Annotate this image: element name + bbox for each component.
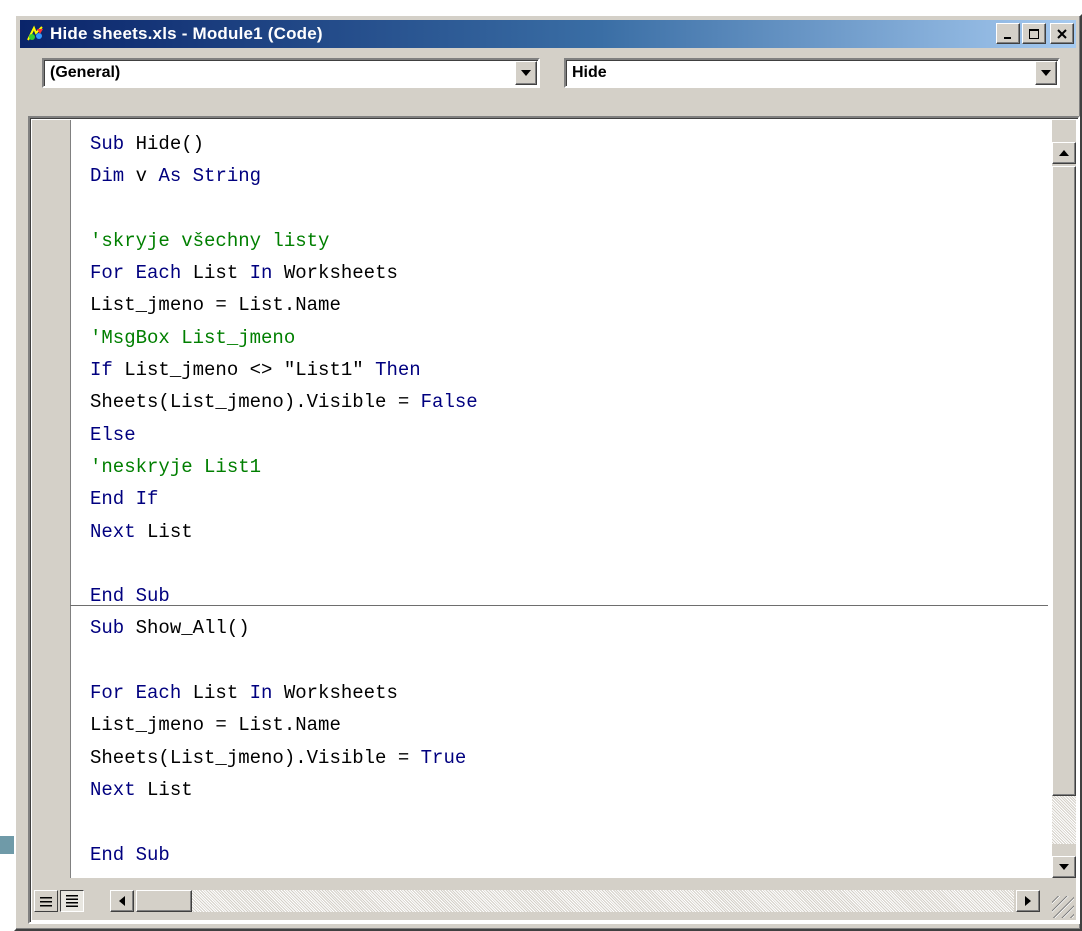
close-icon [1057,28,1067,39]
code-line[interactable] [90,806,1040,838]
procedure-combo-value: Hide [572,64,607,81]
keyword-token: Dim [90,165,125,188]
keyword-token: Sub [90,617,125,640]
code-token: Hide() [124,133,205,155]
code-token: List_jmeno <> "List1" [112,359,376,382]
keyword-token: Next [90,520,136,543]
vertical-scroll-track[interactable] [1052,796,1076,844]
code-line[interactable]: End If [90,483,1040,515]
code-line[interactable]: Sheets(List_jmeno).Visible = False [90,386,1040,418]
bottom-bar [32,878,1076,920]
keyword-token: For Each [90,682,182,705]
code-token: Worksheets [272,682,398,705]
keyword-token: If [90,359,113,382]
code-line[interactable]: Dim v As String [90,160,1040,192]
code-line[interactable]: Sheets(List_jmeno).Visible = True [90,742,1040,774]
code-token: List [181,262,250,285]
keyword-token: End Sub [90,585,170,608]
code-text[interactable]: Sub Hide() Dim v As String 'skryje všechn… [90,128,1040,871]
keyword-token: Sub [90,133,125,155]
object-combo[interactable]: (General) [42,58,540,88]
code-token: Worksheets [272,262,398,285]
code-token: List_jmeno = List.Name [90,714,341,737]
code-editor[interactable]: Sub Hide() Dim v As String 'skryje všechn… [28,116,1080,924]
maximize-icon [1029,28,1039,39]
chevron-right-icon [1025,896,1031,906]
horizontal-scroll-track[interactable] [192,890,1014,912]
keyword-token: False [420,391,478,414]
code-line[interactable]: For Each List In Worksheets [90,677,1040,709]
code-line[interactable]: Sub Show_All() [90,612,1040,644]
code-line[interactable]: Next List [90,516,1040,548]
code-line[interactable]: Next List [90,774,1040,806]
keyword-token: In [249,682,273,705]
resize-grip-icon[interactable] [1052,896,1074,918]
keyword-token: Else [90,423,136,446]
code-token: List [135,778,193,801]
code-line[interactable]: List_jmeno = List.Name [90,289,1040,321]
code-token: List [181,682,250,705]
code-token: Sheets(List_jmeno).Visible = [90,391,421,414]
scroll-right-button[interactable] [1016,890,1040,912]
code-line[interactable] [90,548,1040,580]
window-title: Hide sheets.xls - Module1 (Code) [50,24,323,43]
maximize-button[interactable] [1022,23,1046,44]
code-line[interactable] [90,645,1040,677]
procedure-view-icon [40,897,52,907]
code-line[interactable]: 'neskryje List1 [90,451,1040,483]
keyword-token: End If [90,488,159,511]
code-line[interactable]: If List_jmeno <> "List1" Then [90,354,1040,386]
chevron-left-icon [119,896,125,906]
scroll-down-button[interactable] [1052,856,1076,878]
chevron-up-icon [1059,150,1069,156]
procedure-view-button[interactable] [34,890,58,912]
scroll-up-button[interactable] [1052,142,1076,164]
code-line[interactable]: For Each List In Worksheets [90,257,1040,289]
keyword-token: Then [375,359,421,382]
comment-token: 'MsgBox List_jmeno [90,326,296,349]
keyword-token: For Each [90,262,182,285]
code-line[interactable]: List_jmeno = List.Name [90,709,1040,741]
code-token: List_jmeno = List.Name [90,294,341,317]
code-line[interactable]: Else [90,419,1040,451]
minimize-icon [1004,36,1011,39]
close-button[interactable] [1050,23,1074,44]
full-module-view-icon [66,895,78,907]
code-line[interactable]: End Sub [90,839,1040,871]
vertical-scroll-thumb[interactable] [1052,166,1076,796]
code-line[interactable]: Sub Hide() [90,128,1040,160]
vba-module-icon [27,25,43,41]
object-combo-value: (General) [50,64,121,81]
keyword-token: Next [90,778,136,801]
margin-indicator-bar[interactable] [32,120,71,878]
code-window: Hide sheets.xls - Module1 (Code) (Genera… [14,14,1082,931]
procedure-combo-dropdown[interactable] [1035,61,1057,85]
horizontal-scroll-thumb[interactable] [136,890,192,912]
keyword-token: As String [158,165,262,188]
keyword-token: End Sub [90,843,170,866]
comment-token: 'skryje všechny listy [90,229,330,252]
code-line[interactable]: 'skryje všechny listy [90,225,1040,257]
procedure-combo[interactable]: Hide [564,58,1060,88]
keyword-token: In [249,262,273,285]
comment-token: 'neskryje List1 [90,455,262,478]
title-bar[interactable]: Hide sheets.xls - Module1 (Code) [20,20,1076,48]
full-module-view-button[interactable] [60,890,84,912]
vertical-scrollbar[interactable] [1052,120,1076,878]
code-token: Show_All() [124,617,250,640]
keyword-token: True [420,746,467,769]
procedure-separator [70,605,1048,606]
chevron-down-icon [1059,864,1069,870]
chevron-down-icon [521,70,531,76]
code-token: List [135,520,193,543]
code-token: v [124,165,159,188]
code-token: Sheets(List_jmeno).Visible = [90,746,421,769]
object-combo-dropdown[interactable] [515,61,537,85]
code-line[interactable]: End Sub [90,580,1040,612]
minimize-button[interactable] [996,23,1020,44]
chevron-down-icon [1041,70,1051,76]
scroll-left-button[interactable] [110,890,134,912]
code-line[interactable]: 'MsgBox List_jmeno [90,322,1040,354]
code-line[interactable] [90,193,1040,225]
